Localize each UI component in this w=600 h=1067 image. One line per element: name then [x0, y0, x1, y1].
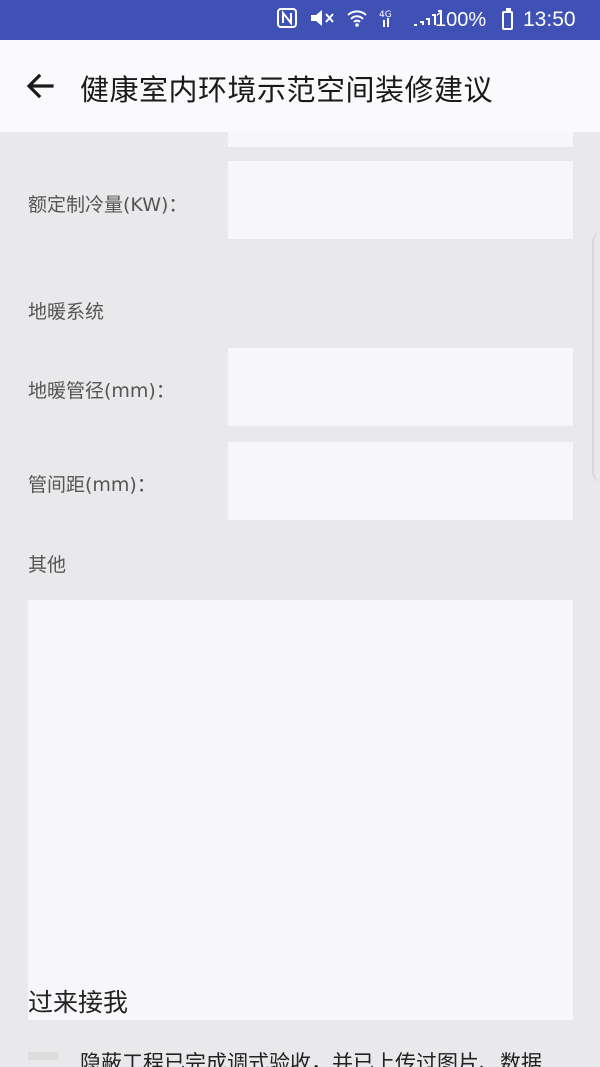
scroll-indicator: [592, 232, 600, 482]
app-bar: 健康室内环境示范空间装修建议: [0, 40, 600, 132]
footer-section-heading: 过来接我: [28, 988, 129, 1017]
battery-icon: [502, 8, 513, 30]
pipe-diameter-label: 地暖管径(mm)：: [28, 380, 175, 402]
pipe-diameter-input[interactable]: [228, 348, 573, 426]
pipe-spacing-label: 管间距(mm)：: [28, 474, 156, 496]
footer-section-text: 隐蔽工程已完成调式验收，并已上传过图片、数据: [80, 1051, 542, 1067]
wifi-icon: [346, 7, 368, 33]
cooling-capacity-label: 额定制冷量(KW)：: [28, 194, 188, 216]
pipe-spacing-input[interactable]: [228, 442, 573, 520]
page-title: 健康室内环境示范空间装修建议: [80, 73, 494, 107]
other-textarea[interactable]: [28, 600, 573, 1020]
other-section-title: 其他: [28, 554, 67, 576]
signal-4g-icon: 4G: [378, 7, 400, 33]
previous-field-input[interactable]: [228, 132, 573, 147]
status-time: 13:50: [523, 8, 576, 31]
back-arrow-icon[interactable]: [22, 68, 58, 104]
footer-bullet-icon: [28, 1052, 58, 1060]
battery-percentage: 100%: [435, 9, 487, 31]
cooling-capacity-input[interactable]: [228, 161, 573, 239]
status-bar: 4G 100% 13:50: [0, 0, 600, 40]
status-icons: 4G: [276, 8, 444, 32]
svg-text:4G: 4G: [379, 10, 392, 20]
nfc-icon: [276, 7, 298, 33]
floor-heating-section-title: 地暖系统: [28, 301, 105, 323]
mute-icon: [308, 7, 336, 33]
